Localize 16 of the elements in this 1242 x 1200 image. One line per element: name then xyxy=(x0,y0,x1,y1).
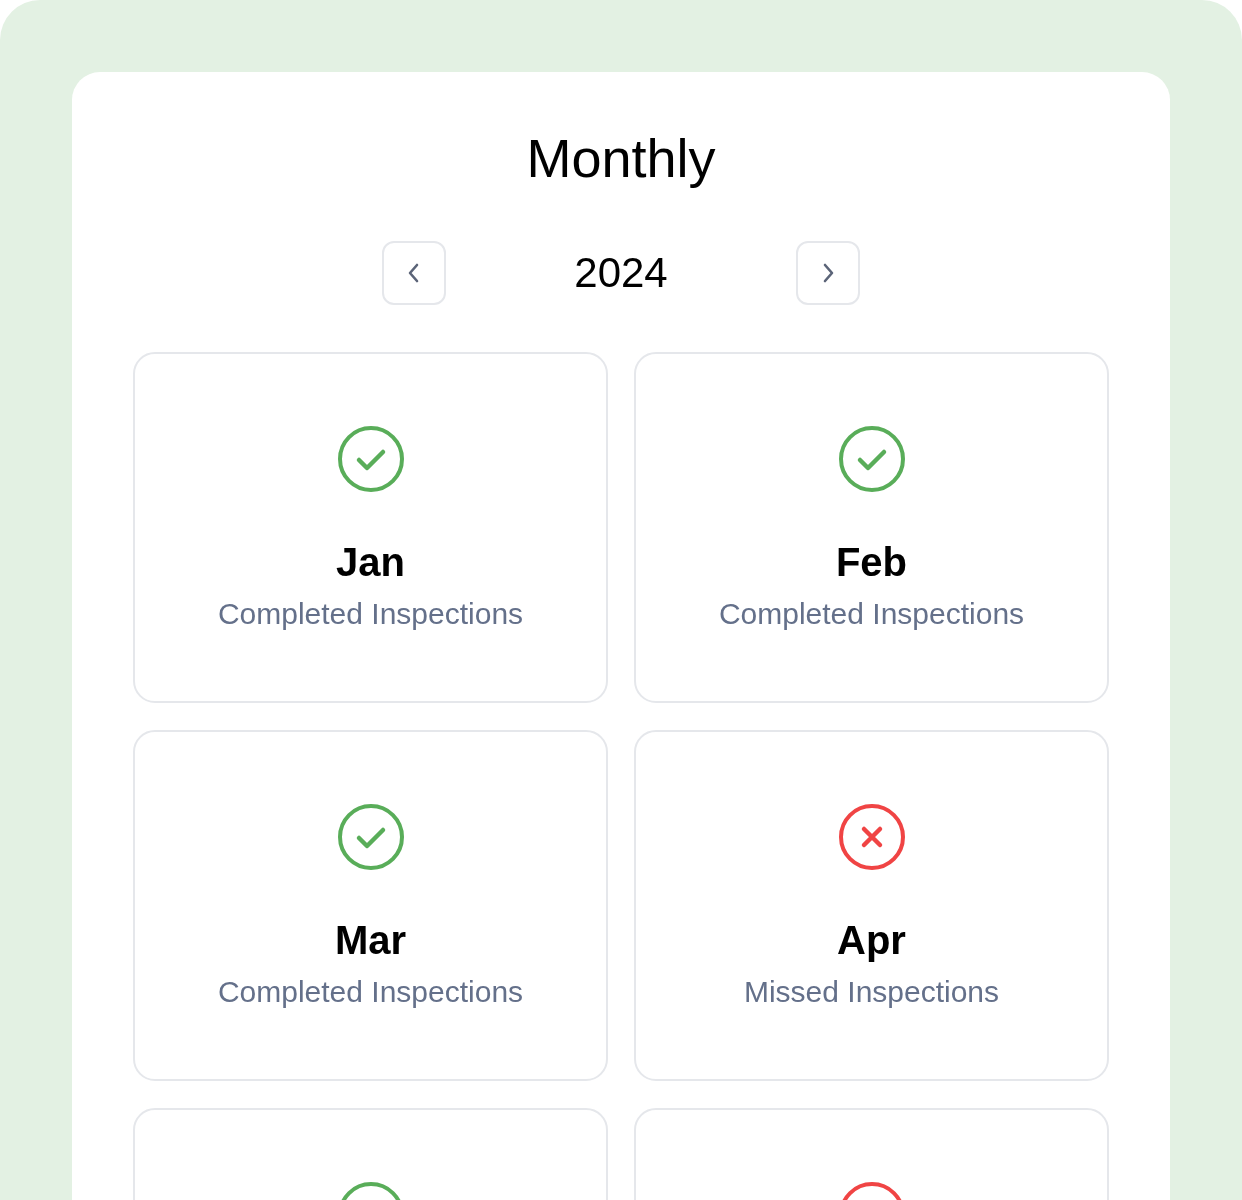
month-name: Mar xyxy=(334,917,407,964)
month-card[interactable]: Feb Completed Inspections xyxy=(634,352,1109,703)
month-card[interactable]: Jan Completed Inspections xyxy=(133,352,608,703)
month-caption: Completed Inspections xyxy=(217,596,524,632)
page-title: Monthly xyxy=(525,127,717,190)
month-card[interactable]: Apr Missed Inspections xyxy=(634,730,1109,1081)
month-card[interactable]: Mar Completed Inspections xyxy=(133,730,608,1081)
previous-year-button[interactable] xyxy=(382,241,446,305)
month-caption: Missed Inspections xyxy=(743,974,1000,1010)
year-label: 2024 xyxy=(573,248,669,298)
month-caption: Completed Inspections xyxy=(217,974,524,1010)
month-name: Jan xyxy=(336,539,405,586)
month-name: Feb xyxy=(835,539,908,586)
month-name: Apr xyxy=(837,917,906,964)
month-caption: Completed Inspections xyxy=(718,596,1025,632)
next-year-button[interactable] xyxy=(796,241,860,305)
